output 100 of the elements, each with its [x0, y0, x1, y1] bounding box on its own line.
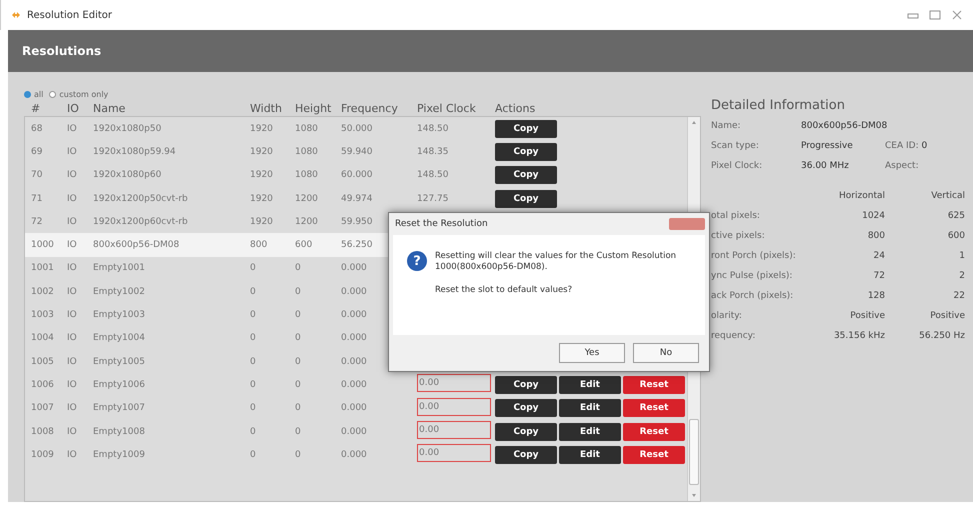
copy-button[interactable]: Copy: [495, 142, 557, 161]
reset-button[interactable]: Reset: [623, 399, 685, 418]
column-header: Height: [295, 102, 332, 114]
column-header: #: [31, 102, 42, 114]
table-cell: Empty1001: [93, 263, 145, 274]
copy-button[interactable]: Copy: [495, 422, 557, 440]
timing-label: ync Pulse (pixels):: [711, 271, 794, 281]
dialog-title: Reset the Resolution: [395, 219, 488, 229]
table-cell: IO: [67, 450, 77, 460]
copy-button[interactable]: Copy: [495, 446, 557, 464]
table-row[interactable]: 1009 IO Empty1009 0 0 0.000 0.00 Copy Edit Reset: [25, 443, 687, 466]
table-row[interactable]: 68 IO 1920x1080p50 1920 1080 50.000 148.50 Copy: [25, 117, 687, 140]
table-cell: IO: [67, 194, 77, 204]
table-row[interactable]: 70 IO 1920x1080p60 1920 1080 60.000 148.50 Copy: [25, 164, 687, 187]
table-cell: 1200: [295, 216, 318, 227]
column-header: Frequency: [341, 102, 399, 114]
filter-radio[interactable]: all: [24, 90, 44, 98]
edit-button[interactable]: Edit: [559, 446, 621, 464]
copy-button[interactable]: Copy: [495, 399, 557, 418]
reset-button[interactable]: Reset: [623, 376, 685, 394]
timing-value: 1024: [861, 211, 885, 221]
table-cell: 0: [250, 263, 256, 274]
info-value: 36.00 MHz: [801, 161, 850, 171]
table-cell: 0: [295, 356, 301, 367]
table-cell: IO: [67, 356, 77, 367]
table-cell: 0: [250, 450, 256, 460]
timing-label: otal pixels:: [711, 211, 761, 221]
edit-button[interactable]: Edit: [559, 399, 621, 418]
timing-label: ack Porch (pixels):: [711, 291, 794, 301]
timing-value: 625: [946, 211, 965, 221]
timing-value: 1: [958, 251, 965, 261]
table-cell: IO: [67, 263, 77, 274]
timing-value: 22: [952, 291, 965, 301]
table-cell: 0.000: [341, 426, 367, 436]
copy-button[interactable]: Copy: [495, 166, 557, 184]
table-cell: 1080: [295, 146, 318, 157]
table-cell: 1920: [250, 170, 273, 180]
table-cell: IO: [67, 170, 77, 180]
table-cell: 1003: [31, 310, 54, 320]
maximize-icon[interactable]: [929, 10, 941, 20]
table-cell: 600: [295, 240, 312, 250]
copy-button[interactable]: Copy: [495, 376, 557, 394]
table-row[interactable]: 1007 IO Empty1007 0 0 0.000 0.00 Copy Edit Reset: [25, 396, 687, 420]
table-cell: 1200: [295, 194, 318, 204]
table-cell: 1920x1200p50cvt-rb: [93, 194, 188, 204]
close-icon[interactable]: [951, 10, 963, 20]
column-header: IO: [67, 102, 80, 114]
info-label: Name:: [711, 121, 742, 131]
timing-label: olarity:: [711, 311, 743, 321]
table-row[interactable]: 1008 IO Empty1008 0 0 0.000 0.00 Copy Edit Reset: [25, 420, 687, 444]
table-cell: IO: [67, 380, 77, 390]
table-cell: IO: [67, 240, 77, 250]
table-cell: 0: [250, 333, 256, 344]
table-cell: 1920x1200p60cvt-rb: [93, 216, 188, 227]
edit-button[interactable]: Edit: [559, 376, 621, 394]
table-cell: IO: [67, 124, 77, 134]
table-row[interactable]: 69 IO 1920x1080p59.94 1920 1080 59.940 148.35 Copy: [25, 140, 687, 164]
table-cell: 1920x1080p59.94: [93, 146, 176, 157]
info-label: Aspect:: [885, 161, 919, 171]
timing-value: 24: [872, 251, 885, 261]
table-cell: 0: [295, 310, 301, 320]
table-row[interactable]: 71 IO 1920x1200p50cvt-rb 1920 1200 49.974 127.75 Copy: [25, 186, 687, 210]
table-cell: 0.000: [341, 380, 367, 390]
copy-button[interactable]: Copy: [495, 190, 557, 208]
table-cell: 0: [250, 356, 256, 367]
table-cell: 49.974: [341, 194, 372, 204]
filter-radio[interactable]: custom only: [49, 90, 108, 98]
table-cell: 68: [31, 124, 42, 134]
table-cell: 800: [250, 240, 268, 250]
dialog-button[interactable]: No: [633, 343, 699, 363]
reset-button[interactable]: Reset: [623, 446, 685, 464]
table-row[interactable]: 1006 IO Empty1006 0 0 0.000 0.00 Copy Edit Reset: [25, 373, 687, 397]
table-cell: 1005: [31, 356, 54, 367]
table-cell: 0: [295, 263, 301, 274]
timing-value: Positive: [929, 311, 965, 321]
reset-button[interactable]: Reset: [623, 422, 685, 440]
table-cell: 59.940: [341, 146, 372, 157]
table-cell: IO: [67, 333, 77, 344]
timing-value: Positive: [849, 311, 885, 321]
table-cell: 1004: [31, 333, 54, 344]
table-cell: 0: [295, 450, 301, 460]
table-cell: 148.50: [417, 124, 448, 134]
table-cell: 127.75: [417, 194, 448, 204]
table-cell: 0: [250, 403, 256, 414]
table-cell: Empty1009: [93, 450, 145, 460]
table-cell: Empty1008: [93, 426, 145, 436]
dialog-button[interactable]: Yes: [559, 343, 625, 363]
scroll-thumb[interactable]: [689, 419, 699, 485]
edit-button[interactable]: Edit: [559, 422, 621, 440]
table-cell: Empty1002: [93, 286, 145, 297]
table-cell: 0.000: [341, 450, 367, 460]
column-header: Name: [93, 102, 126, 114]
table-cell: 59.950: [341, 216, 372, 227]
column-header: Actions: [495, 102, 536, 114]
table-cell: 1920x1080p50: [93, 124, 162, 134]
table-cell: 72: [31, 216, 42, 227]
section-title: Resolutions: [22, 44, 102, 58]
copy-button[interactable]: Copy: [495, 120, 557, 138]
table-cell: 0: [295, 333, 301, 344]
table-cell: 69: [31, 146, 42, 157]
